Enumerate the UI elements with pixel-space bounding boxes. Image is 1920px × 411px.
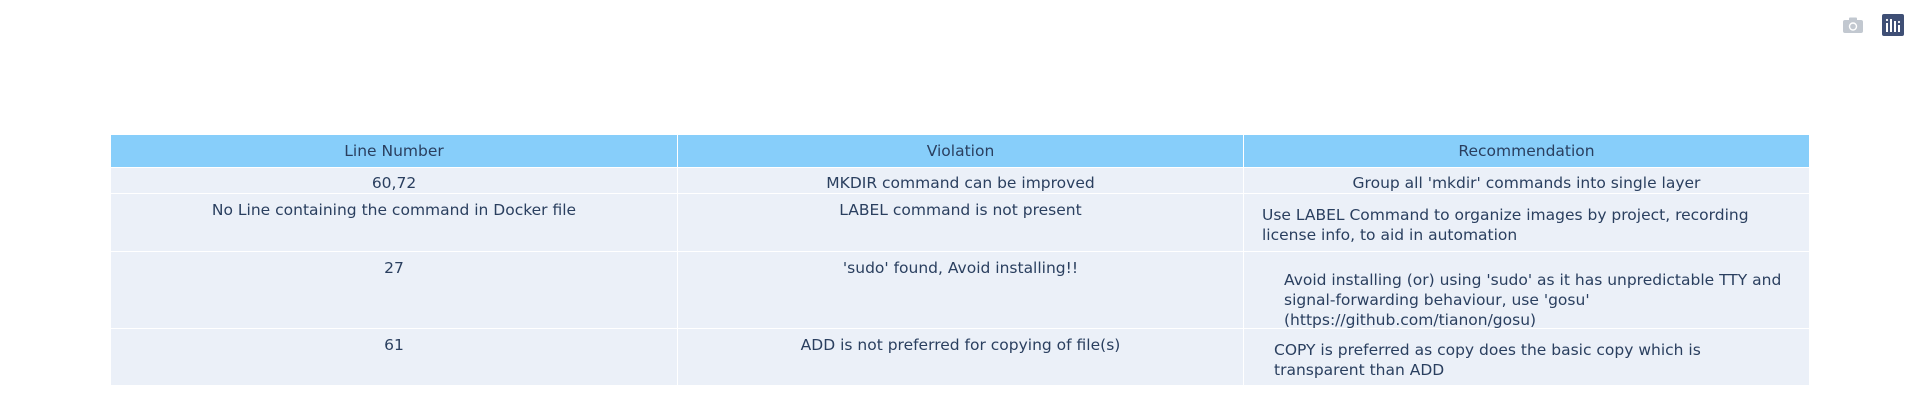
table-cell-recommendation: COPY is preferred as copy does the basic… xyxy=(1244,329,1809,386)
recommendation-text: COPY is preferred as copy does the basic… xyxy=(1274,341,1701,379)
table-cell-violation: MKDIR command can be improved xyxy=(678,168,1244,194)
modebar xyxy=(1840,12,1906,38)
download-plot-button[interactable] xyxy=(1840,12,1866,38)
table-cell-violation: ADD is not preferred for copying of file… xyxy=(678,329,1244,386)
table-cell-violation: 'sudo' found, Avoid installing!! xyxy=(678,252,1244,329)
column-header-violation: Violation xyxy=(678,135,1244,168)
recommendation-text: Use LABEL Command to organize images by … xyxy=(1262,206,1749,244)
table-cell-line: 61 xyxy=(111,329,678,386)
table-cell-recommendation: Use LABEL Command to organize images by … xyxy=(1244,194,1809,252)
table-cell-line: No Line containing the command in Docker… xyxy=(111,194,678,252)
table-cell-line: 27 xyxy=(111,252,678,329)
table-cell-recommendation: Avoid installing (or) using 'sudo' as it… xyxy=(1244,252,1809,329)
plotly-logo-button[interactable] xyxy=(1880,12,1906,38)
column-header-line-number: Line Number xyxy=(111,135,678,168)
table-cell-violation: LABEL command is not present xyxy=(678,194,1244,252)
table-cell-recommendation: Group all 'mkdir' commands into single l… xyxy=(1244,168,1809,194)
table-cell-line: 60,72 xyxy=(111,168,678,194)
violations-table: Line Number Violation Recommendation 60,… xyxy=(111,135,1809,386)
column-header-recommendation: Recommendation xyxy=(1244,135,1809,168)
camera-icon xyxy=(1843,17,1863,33)
bar-chart-logo-icon xyxy=(1882,14,1904,36)
recommendation-text: Avoid installing (or) using 'sudo' as it… xyxy=(1284,271,1782,329)
